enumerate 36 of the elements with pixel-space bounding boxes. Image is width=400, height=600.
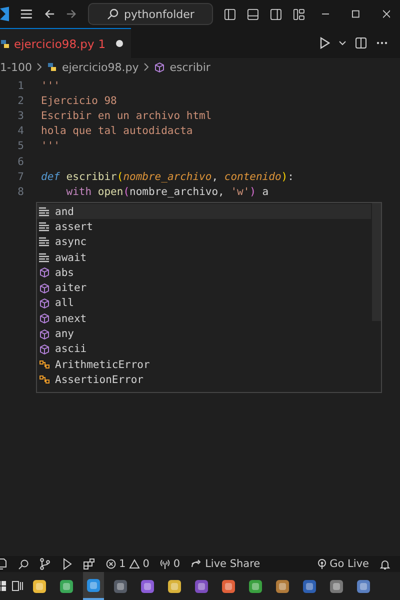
code-line: def escribir(nombre_archivo, contenido): [41,170,294,183]
line-number: 3 [16,110,25,122]
line-number: 5 [16,140,25,152]
suggestion-item[interactable]: AssertionError [37,372,371,388]
code-line: hola que tal autodidacta [41,125,193,138]
suggestion-item[interactable]: and [37,204,371,220]
code-line: with open(nombre_archivo, 'w') a [65,186,269,198]
code-line: ''' [41,140,60,152]
go-live-button[interactable]: Go Live [316,558,369,570]
breadcrumb-item[interactable]: 1-100 [0,60,32,74]
suggestion-item[interactable]: anext [37,311,371,326]
suggestion-item[interactable]: aiter [37,280,371,296]
search-field[interactable]: pythonfolder [88,3,214,25]
line-number: 1 [16,80,25,92]
line-number: 6 [16,156,25,168]
suggestion-item[interactable]: assert [37,219,371,235]
code-line: ''' [41,80,60,92]
line-number: 4 [16,125,25,138]
line-number: 2 [16,94,25,107]
suggestion-item[interactable]: ArithmeticError [37,356,371,372]
live-share-button[interactable]: Live Share [191,558,260,570]
code-line: Escribir en un archivo html [41,110,212,122]
line-number: 8 [16,186,25,198]
breadcrumb-item[interactable]: escribir [170,60,210,74]
suggestion-item[interactable]: abs [37,265,371,280]
code-line: Ejercicio 98 [41,94,117,107]
suggestion-item[interactable]: async [37,234,371,250]
problems-indicator[interactable]: 1 0 [106,558,150,570]
suggestion-item[interactable]: ascii [37,342,371,357]
editor-tab[interactable]: ejercicio98.py 1 [0,28,131,58]
line-number: 7 [16,170,25,183]
suggestion-item[interactable]: await [37,250,371,266]
ports-indicator[interactable]: 0 [160,558,180,570]
suggestion-item[interactable]: all [37,296,371,312]
breadcrumb-item[interactable]: ejercicio98.py [62,60,139,74]
suggestion-item[interactable]: any [37,326,371,342]
